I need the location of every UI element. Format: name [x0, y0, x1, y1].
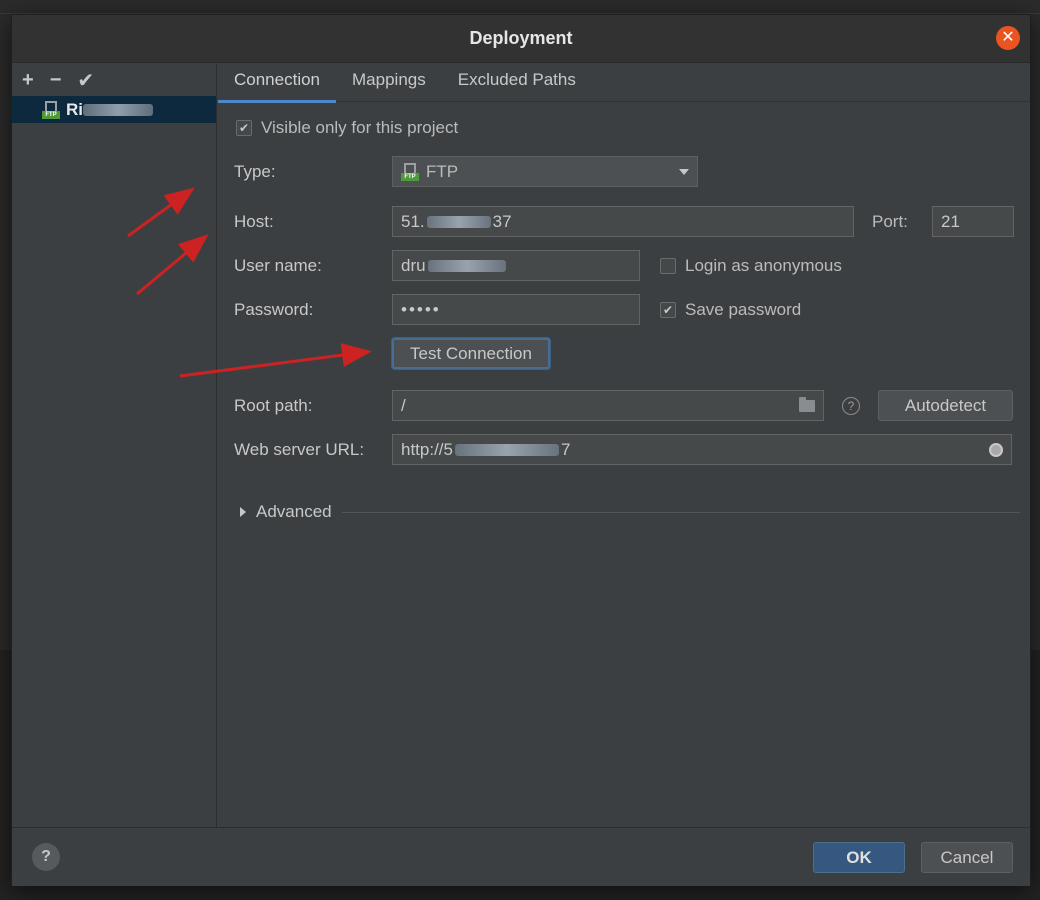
close-icon: ✕	[1001, 29, 1015, 46]
port-label: Port:	[872, 211, 908, 231]
port-input[interactable]: 21	[932, 206, 1014, 237]
folder-icon[interactable]	[799, 397, 815, 412]
save-password-checkbox[interactable]: ✔	[660, 301, 676, 318]
web-url-label: Web server URL:	[234, 439, 365, 459]
host-label: Host:	[234, 211, 274, 231]
close-button[interactable]: ✕	[996, 26, 1020, 50]
server-list-item[interactable]: FTP Ri	[12, 96, 216, 123]
background-ide	[0, 0, 1040, 14]
advanced-label: Advanced	[256, 502, 332, 521]
tab-connection[interactable]: Connection	[218, 64, 337, 103]
username-input[interactable]: dru	[392, 250, 640, 281]
type-label: Type:	[234, 161, 276, 181]
root-path-row: Root path: / ? Autodetect	[234, 390, 1013, 421]
tab-excluded-paths[interactable]: Excluded Paths	[442, 64, 592, 102]
web-url-input[interactable]: http://5 7	[392, 434, 1012, 465]
tab-bar: Connection Mappings Excluded Paths	[218, 64, 1030, 103]
host-input[interactable]: 51. 37	[392, 206, 854, 237]
test-connection-row: Test Connection	[392, 338, 550, 369]
anonymous-checkbox[interactable]	[660, 257, 676, 274]
type-select[interactable]: FTP FTP	[392, 156, 698, 187]
chevron-down-icon	[679, 169, 689, 175]
server-name: Ri	[66, 100, 153, 120]
remove-server-button[interactable]: −	[50, 69, 62, 92]
deployment-dialog: Deployment ✕ + − ✔ FTP Ri Connection Map…	[11, 14, 1031, 886]
save-password-label: Save password	[685, 299, 802, 319]
cancel-button[interactable]: Cancel	[921, 842, 1013, 873]
username-label: User name:	[234, 255, 322, 275]
add-server-button[interactable]: +	[22, 69, 34, 92]
password-input[interactable]: •••••	[392, 294, 640, 325]
redacted-text	[427, 259, 506, 272]
visible-only-label: Visible only for this project	[261, 118, 459, 137]
advanced-section-toggle[interactable]: Advanced	[240, 502, 1020, 522]
username-row: User name: dru Login as anonymous	[234, 250, 842, 281]
ok-button[interactable]: OK	[813, 842, 905, 873]
web-url-row: Web server URL: http://5 7	[234, 434, 1012, 465]
test-connection-button[interactable]: Test Connection	[392, 338, 550, 369]
globe-icon[interactable]	[989, 443, 1003, 457]
root-path-input[interactable]: /	[392, 390, 824, 421]
help-button[interactable]: ?	[32, 843, 60, 871]
redacted-text	[426, 215, 491, 228]
anonymous-label: Login as anonymous	[685, 255, 842, 275]
autodetect-button[interactable]: Autodetect	[878, 390, 1013, 421]
help-icon[interactable]: ?	[842, 396, 860, 415]
redacted-text	[83, 104, 153, 117]
title-bar: Deployment ✕	[12, 15, 1030, 63]
tab-mappings[interactable]: Mappings	[336, 64, 442, 102]
dialog-title: Deployment	[469, 28, 573, 48]
type-row: Type: FTP FTP	[234, 156, 698, 187]
set-default-button[interactable]: ✔	[77, 68, 94, 93]
ftp-icon: FTP	[401, 162, 419, 181]
type-value: FTP	[426, 161, 459, 181]
dialog-footer: ? OK Cancel	[12, 827, 1030, 886]
redacted-text	[454, 443, 559, 456]
chevron-right-icon	[240, 507, 246, 517]
divider	[341, 511, 1020, 513]
visible-only-checkbox[interactable]: ✔	[236, 120, 252, 136]
server-list-panel: + − ✔ FTP Ri	[12, 64, 217, 827]
host-row: Host: 51. 37 Port: 21	[234, 206, 1014, 237]
server-list-toolbar: + − ✔	[12, 64, 216, 96]
settings-panel: Connection Mappings Excluded Paths ✔ Vis…	[218, 64, 1030, 827]
password-label: Password:	[234, 299, 314, 319]
root-path-label: Root path:	[234, 395, 313, 415]
ftp-server-icon: FTP	[42, 100, 60, 119]
password-row: Password: ••••• ✔ Save password	[234, 294, 801, 325]
visible-only-row: ✔ Visible only for this project	[236, 118, 458, 138]
